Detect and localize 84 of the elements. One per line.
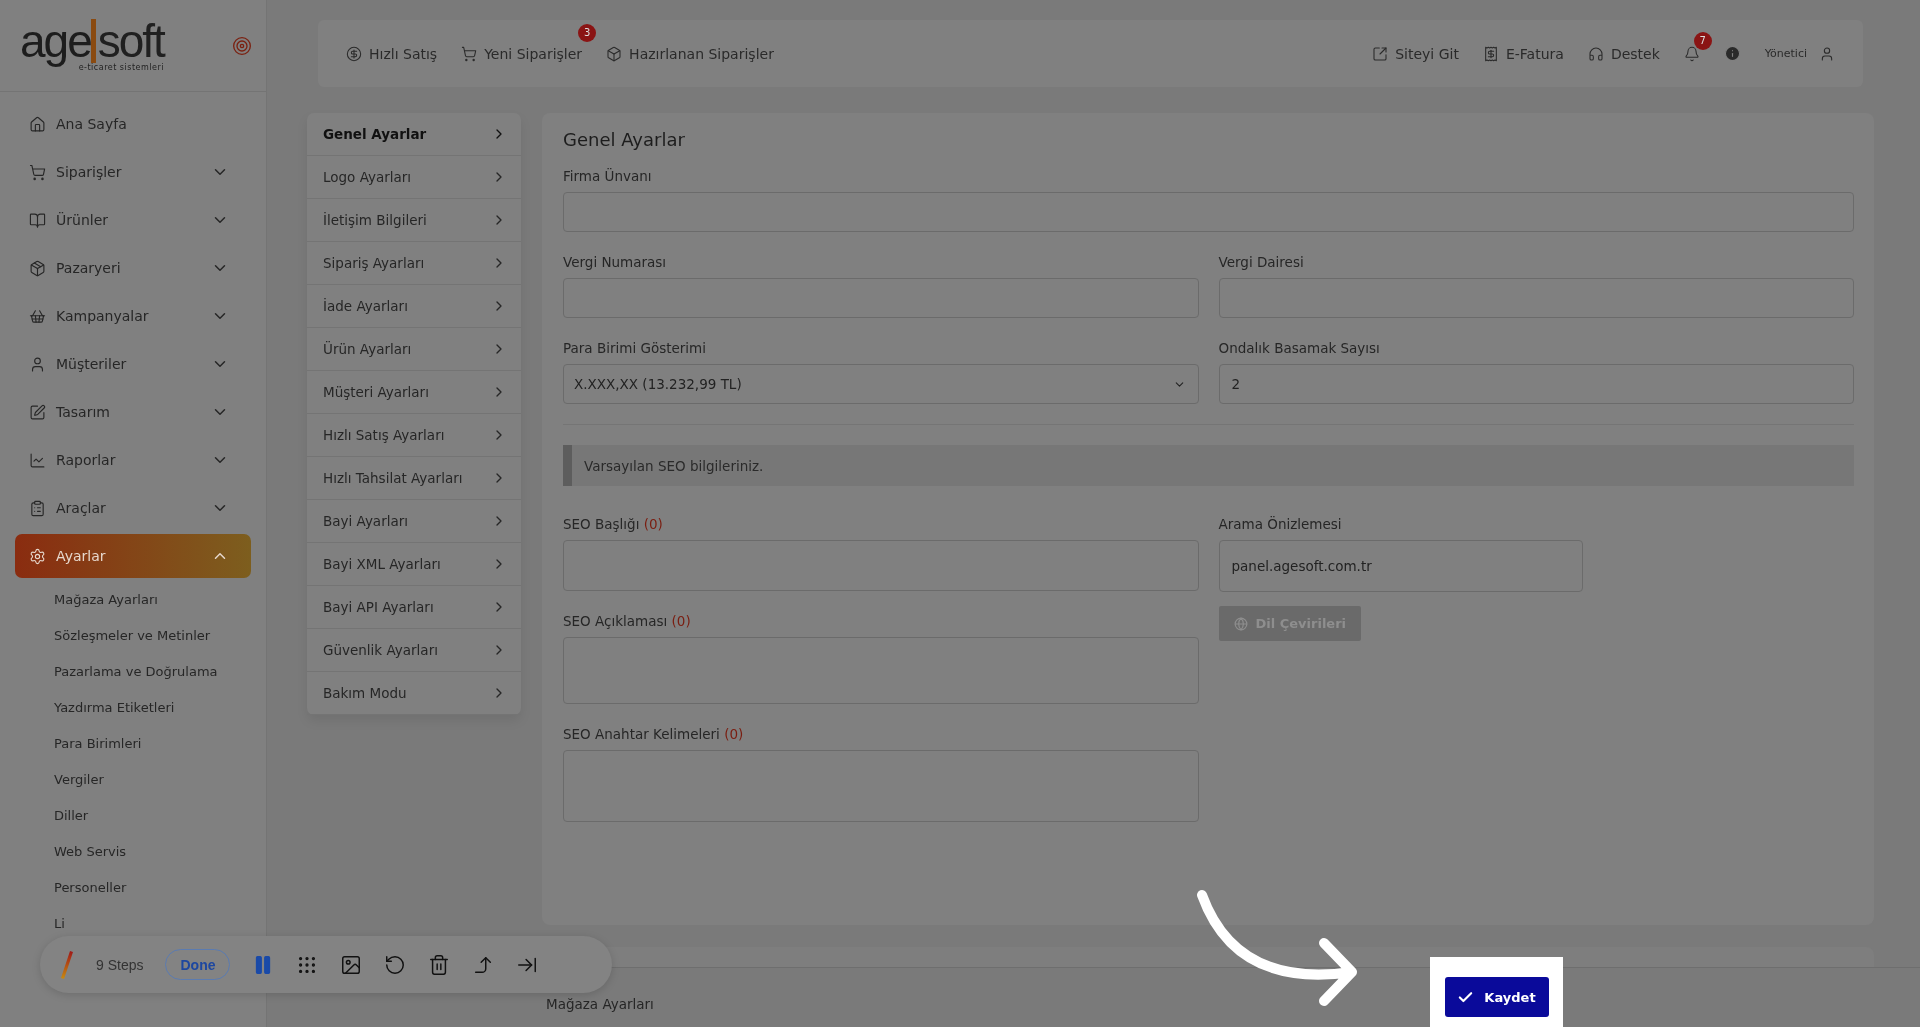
gear-icon: [29, 547, 46, 565]
settings-menu-item[interactable]: İletişim Bilgileri: [307, 199, 521, 242]
sidebar-item[interactable]: Ürünler: [15, 198, 251, 242]
card-title: Genel Ayarlar: [563, 129, 686, 150]
info-icon[interactable]: [1723, 45, 1741, 62]
input-field[interactable]: 2: [1218, 364, 1854, 404]
bell-icon[interactable]: [1683, 45, 1700, 62]
clipboard-icon: [29, 499, 46, 517]
sidebar-subitem[interactable]: Li: [54, 916, 65, 932]
trash-icon[interactable]: [428, 953, 451, 976]
sidebar-subitem[interactable]: Personeller: [54, 880, 127, 896]
sidebar-subitem[interactable]: Yazdırma Etiketleri: [54, 700, 175, 716]
field-label: SEO Anahtar Kelimeleri (0): [563, 726, 745, 742]
settings-menu-item[interactable]: Müşteri Ayarları: [307, 371, 521, 414]
box-icon: [606, 45, 623, 62]
sidebar-subitem[interactable]: Web Servis: [54, 844, 127, 860]
settings-menu-item[interactable]: Bakım Modu: [307, 672, 521, 715]
top-bar-link[interactable]: Hazırlanan Siparişler: [606, 45, 774, 62]
settings-menu-item[interactable]: Ürün Ayarları: [307, 328, 521, 371]
user-icon: [29, 355, 46, 373]
book-icon: [29, 211, 46, 229]
box-icon: [29, 259, 46, 277]
receipt-icon: [1482, 45, 1499, 62]
external-link-icon: [1372, 45, 1389, 62]
sidebar-item[interactable]: Ayarlar: [15, 534, 251, 578]
sidebar-subitem[interactable]: Para Birimleri: [54, 736, 142, 752]
image-icon[interactable]: [340, 953, 363, 976]
pen-icon: [29, 403, 46, 421]
sidebar-item[interactable]: Araçlar: [15, 486, 251, 530]
cart-icon: [29, 163, 46, 181]
sidebar-item[interactable]: Müşteriler: [15, 342, 251, 386]
user-icon: [1819, 45, 1835, 62]
step-count: 9 Steps: [96, 956, 144, 973]
field-label: Para Birimi Gösterimi: [563, 340, 707, 356]
pen-logo-icon: [60, 949, 74, 980]
sidebar-subitem[interactable]: Vergiler: [54, 772, 104, 788]
field-label: Firma Ünvanı: [563, 168, 653, 184]
undo-icon[interactable]: [384, 953, 407, 976]
field-label: SEO Açıklaması (0): [563, 613, 692, 629]
settings-menu-item[interactable]: Bayi XML Ayarları: [307, 543, 521, 586]
field-label: Vergi Dairesi: [1218, 254, 1305, 270]
target-icon[interactable]: [232, 35, 252, 56]
breadcrumb: Mağaza Ayarları: [546, 994, 655, 1012]
field-label: Vergi Numarası: [563, 254, 668, 270]
settings-menu-item[interactable]: İade Ayarları: [307, 285, 521, 328]
top-bar-link[interactable]: Destek: [1587, 45, 1660, 62]
cart-icon: [461, 45, 478, 62]
globe-icon: [1233, 616, 1248, 631]
preview-field[interactable]: panel.agesoft.com.tr: [1218, 540, 1583, 592]
sidebar-item[interactable]: Siparişler: [15, 150, 251, 194]
sidebar-item[interactable]: Pazaryeri: [15, 246, 251, 290]
sidebar-item[interactable]: Kampanyalar: [15, 294, 251, 338]
settings-menu-item[interactable]: Hızlı Tahsilat Ayarları: [307, 457, 521, 500]
top-bar-link[interactable]: Hızlı Satış: [346, 45, 438, 62]
chart-icon: [29, 451, 46, 469]
sidebar-item[interactable]: Tasarım: [15, 390, 251, 434]
info-banner: Varsayılan SEO bilgileriniz.: [563, 445, 1854, 486]
field-label: Ondalık Basamak Sayısı: [1218, 340, 1381, 356]
field-label: SEO Başlığı (0): [563, 516, 664, 532]
settings-menu-item[interactable]: Bayi Ayarları: [307, 500, 521, 543]
settings-menu-item[interactable]: Hızlı Satış Ayarları: [307, 414, 521, 457]
count-badge: 7: [1693, 31, 1712, 50]
settings-menu-item[interactable]: Logo Ayarları: [307, 156, 521, 199]
settings-menu-item[interactable]: Sipariş Ayarları: [307, 242, 521, 285]
save-button[interactable]: Kaydet: [1444, 977, 1549, 1017]
sidebar-item[interactable]: Ana Sayfa: [15, 102, 251, 146]
sidebar-subitem[interactable]: Diller: [54, 808, 89, 824]
sidebar-subitem[interactable]: Mağaza Ayarları: [54, 592, 158, 608]
basket-icon: [29, 307, 46, 325]
sidebar-item[interactable]: Raporlar: [15, 438, 251, 482]
sidebar-subitem[interactable]: Sözleşmeler ve Metinler: [54, 628, 211, 644]
field-label: Arama Önizlemesi: [1218, 516, 1343, 532]
headset-icon: [1587, 45, 1604, 62]
logo: agesoft e-ticaret sistemleri: [20, 19, 164, 72]
top-bar-link[interactable]: E-Fatura: [1482, 45, 1564, 62]
home-icon: [29, 115, 46, 133]
settings-menu-item[interactable]: Güvenlik Ayarları: [307, 629, 521, 672]
top-bar-link[interactable]: Siteyi Git: [1372, 45, 1459, 62]
count-badge: 3: [578, 23, 597, 42]
sidebar-subitem[interactable]: Pazarlama ve Doğrulama: [54, 664, 218, 680]
settings-menu-item[interactable]: Genel Ayarlar: [307, 113, 521, 156]
select-field[interactable]: X.XXX,XX (13.232,99 TL): [563, 364, 1199, 404]
user-menu[interactable]: Yönetici: [1764, 45, 1835, 62]
settings-menu-item[interactable]: Bayi API Ayarları: [307, 586, 521, 629]
